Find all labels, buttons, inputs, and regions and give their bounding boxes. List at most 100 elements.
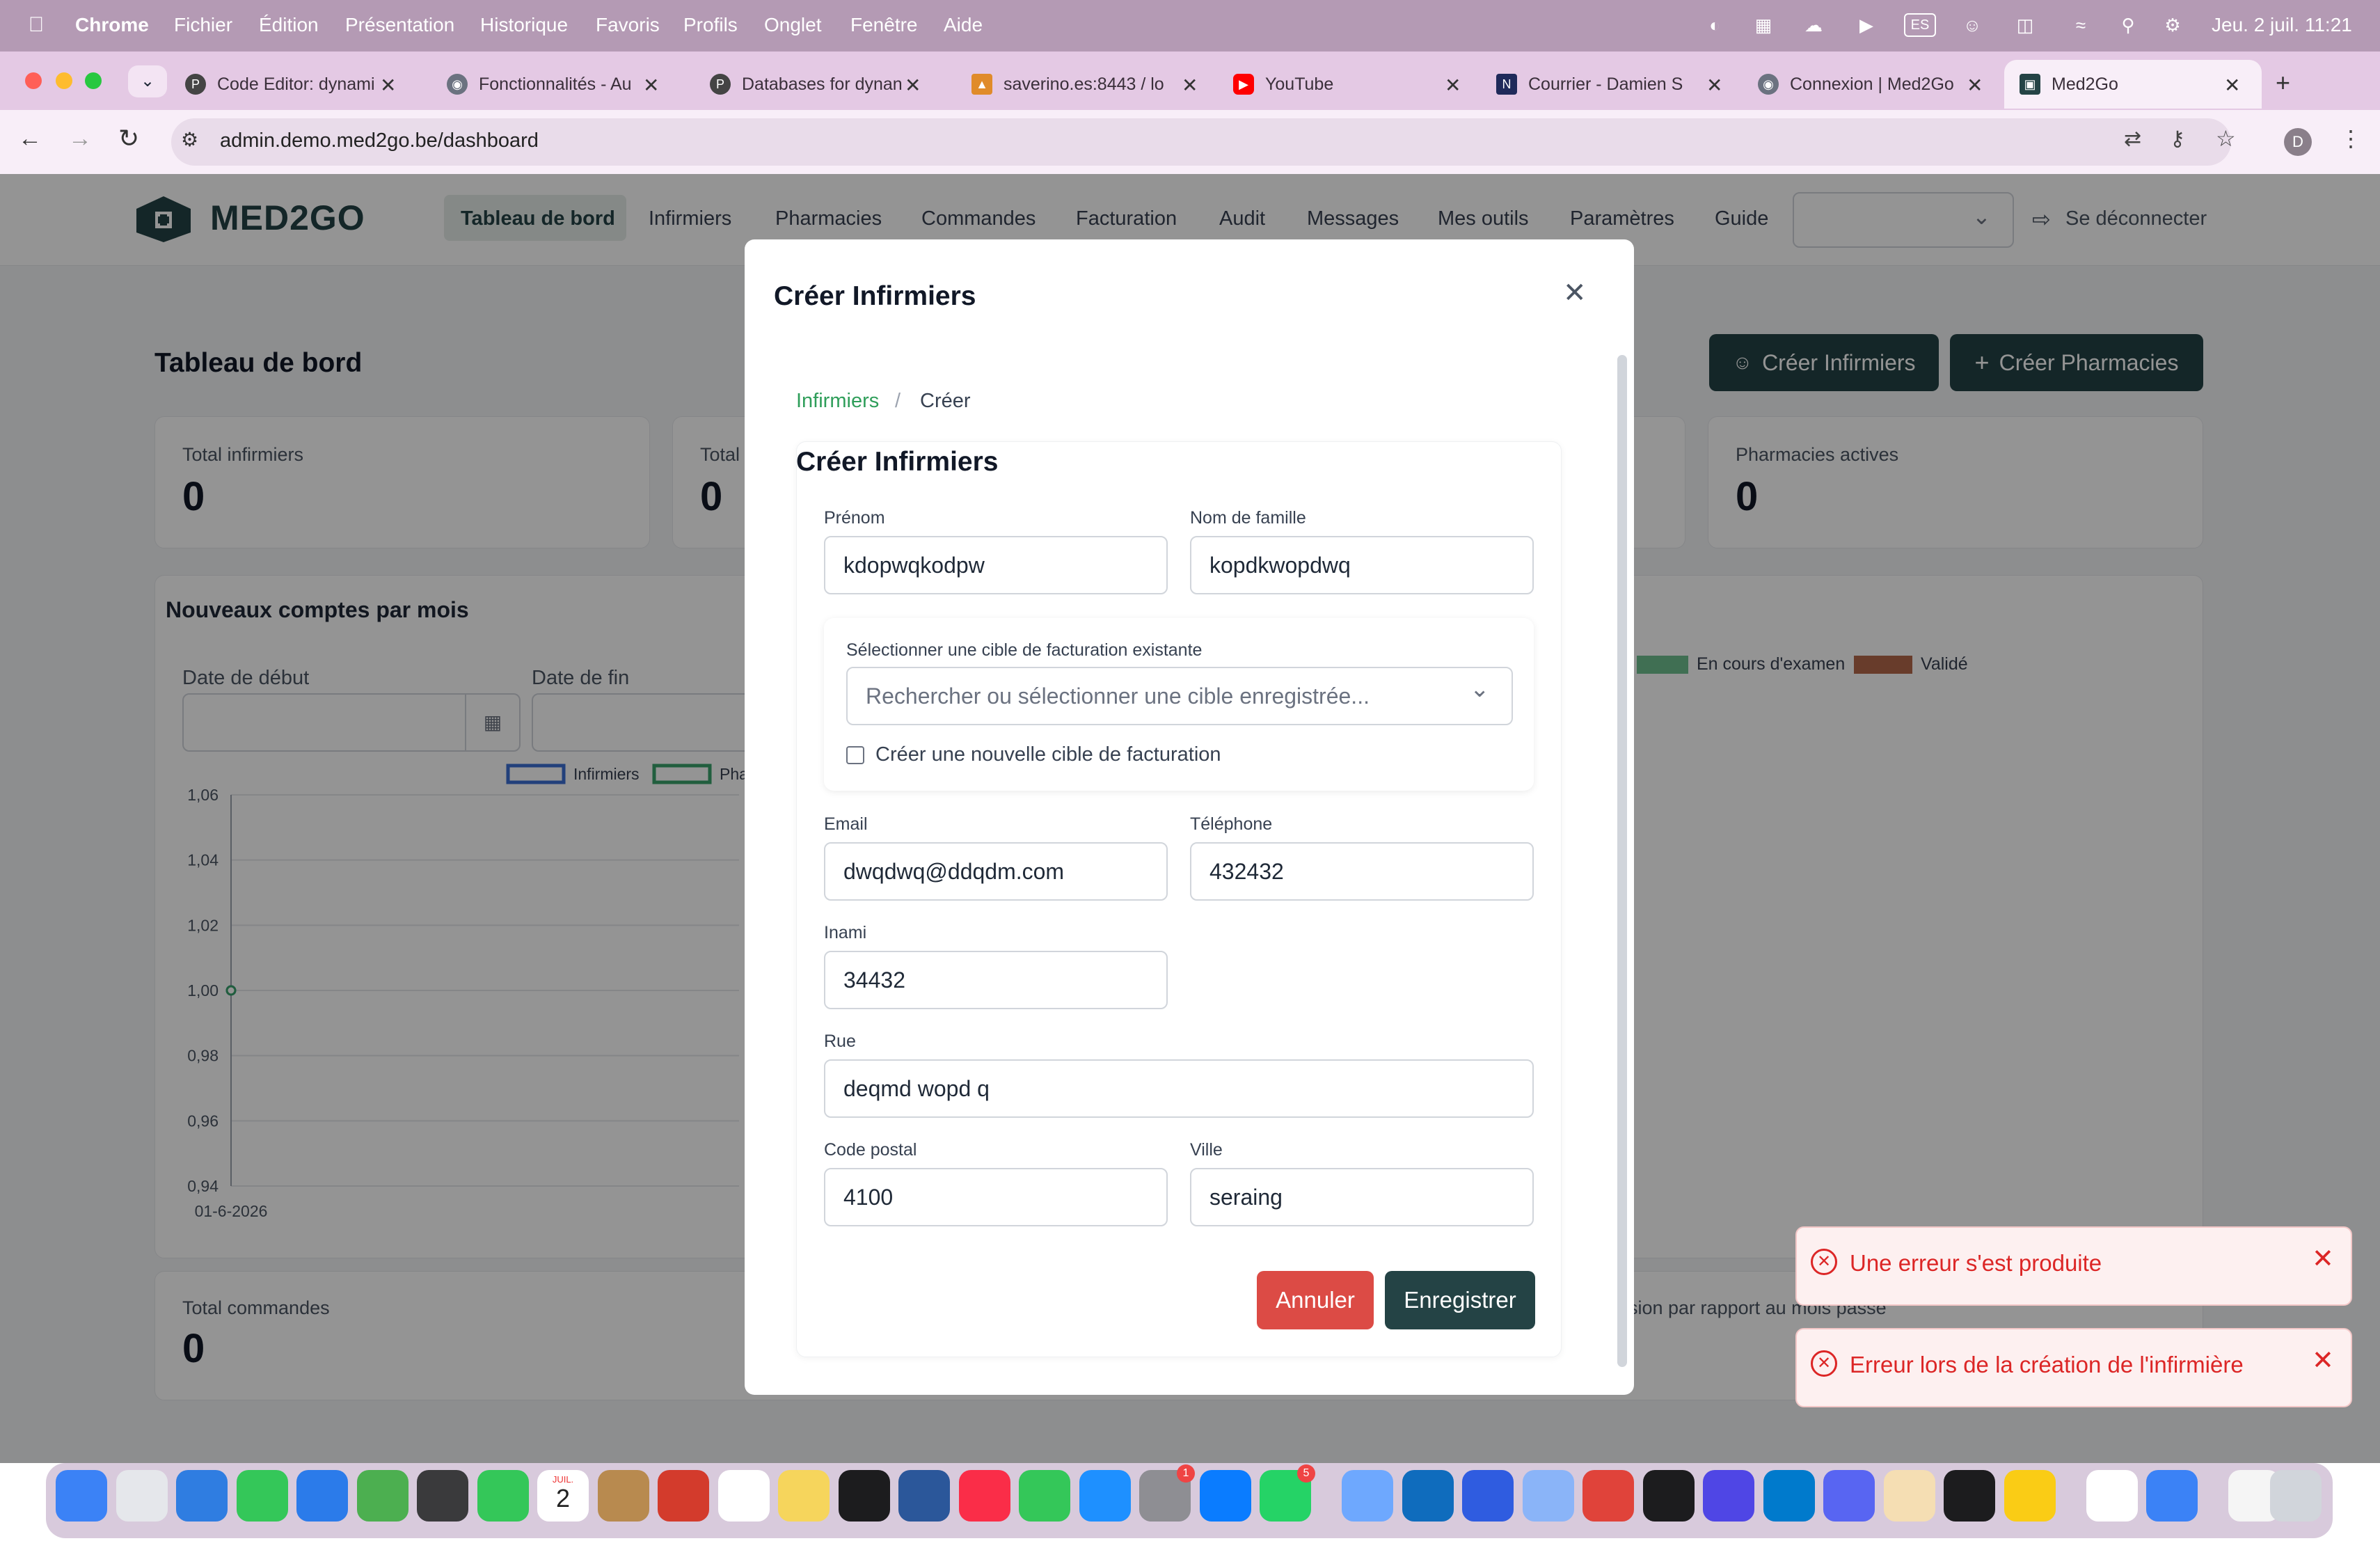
translate-icon[interactable]: ⇄: [2124, 127, 2141, 151]
window-zoom-button[interactable]: [85, 72, 102, 89]
tab-courrier[interactable]: N Courrier - Damien S: [1481, 60, 1743, 109]
outlook-icon[interactable]: [1402, 1470, 1454, 1522]
tab-phpmyadmin[interactable]: ▲ saverino.es:8443 / lo: [956, 60, 1218, 109]
system-settings-icon[interactable]: 1: [1139, 1464, 1195, 1522]
lastname-input[interactable]: kopdkwopdwq: [1190, 536, 1534, 594]
status-arc-icon[interactable]: ◐: [1702, 13, 1727, 38]
input-source-indicator[interactable]: ES: [1904, 13, 1936, 37]
apple-icon[interactable]: : [24, 13, 49, 38]
contacts-icon[interactable]: [597, 1470, 649, 1522]
tab-search-chevron-icon[interactable]: ⌄: [128, 65, 167, 97]
profile-avatar[interactable]: D: [2284, 128, 2312, 156]
email-input[interactable]: dwqdwq@ddqdm.com: [824, 842, 1168, 901]
arc-icon[interactable]: [2146, 1470, 2198, 1522]
toast-close-icon[interactable]: ✕: [2312, 1345, 2334, 1376]
paint-icon[interactable]: [1883, 1470, 1935, 1522]
menu-onglet[interactable]: Onglet: [764, 14, 822, 36]
window-close-button[interactable]: [25, 72, 42, 89]
spotlight-search-icon[interactable]: ⚲: [2116, 13, 2141, 38]
reminders-icon[interactable]: [717, 1470, 770, 1522]
messenger-icon[interactable]: [1199, 1470, 1251, 1522]
app-store-icon[interactable]: [1079, 1470, 1131, 1522]
marker-icon[interactable]: [2004, 1470, 2056, 1522]
reload-icon[interactable]: ↻: [118, 124, 139, 153]
calendar-icon[interactable]: JUIL. 2: [537, 1470, 589, 1522]
wps-icon[interactable]: [1582, 1470, 1634, 1522]
tab-close-icon[interactable]: ✕: [1445, 74, 1461, 97]
wifi-icon[interactable]: ≈: [2068, 13, 2093, 38]
safari-icon[interactable]: [176, 1470, 228, 1522]
music-icon[interactable]: [958, 1470, 1010, 1522]
preview-icon[interactable]: [1342, 1470, 1393, 1522]
menu-aide[interactable]: Aide: [944, 14, 983, 36]
tab-close-icon[interactable]: ✕: [1182, 74, 1198, 97]
billing-select[interactable]: Rechercher ou sélectionner une cible enr…: [846, 667, 1513, 725]
control-center-icon[interactable]: ⚙: [2160, 13, 2185, 38]
numbers-icon[interactable]: [1019, 1470, 1070, 1522]
new-tab-plus-icon[interactable]: +: [2276, 68, 2290, 97]
toast-close-icon[interactable]: ✕: [2312, 1243, 2334, 1274]
word-icon[interactable]: [898, 1470, 950, 1522]
trash-icon[interactable]: [2270, 1470, 2322, 1522]
calculator-icon[interactable]: [417, 1470, 468, 1522]
tab-med2go-active[interactable]: ▣ Med2Go: [2004, 60, 2262, 109]
menu-historique[interactable]: Historique: [480, 14, 568, 36]
chrome-icon[interactable]: [2086, 1470, 2138, 1522]
discord-icon[interactable]: [1823, 1470, 1875, 1522]
maps-icon[interactable]: [356, 1470, 408, 1522]
mail-icon[interactable]: [296, 1470, 348, 1522]
photo-booth-icon[interactable]: [658, 1470, 709, 1522]
finder-icon[interactable]: [56, 1470, 107, 1522]
postal-code-input[interactable]: 4100: [824, 1168, 1168, 1226]
password-key-icon[interactable]: ⚷: [2170, 127, 2185, 151]
activity-monitor-icon[interactable]: [1944, 1470, 1995, 1522]
back-arrow-icon[interactable]: ←: [18, 125, 42, 152]
tab-connexion-med2go[interactable]: ◉ Connexion | Med2Go: [1743, 60, 2004, 109]
tab-close-icon[interactable]: ✕: [1706, 74, 1722, 97]
cancel-button[interactable]: Annuler: [1257, 1271, 1374, 1329]
menu-edition[interactable]: Édition: [259, 14, 319, 36]
tab-close-icon[interactable]: ✕: [1967, 74, 1983, 97]
cloud-icon[interactable]: ☁: [1801, 13, 1826, 38]
modal-close-icon[interactable]: ✕: [1563, 277, 1587, 309]
bookmark-star-icon[interactable]: ☆: [2216, 125, 2236, 152]
menu-presentation[interactable]: Présentation: [345, 14, 454, 36]
window-minimize-button[interactable]: [56, 72, 72, 89]
whatsapp-icon[interactable]: 5: [1260, 1464, 1315, 1522]
tab-close-icon[interactable]: ✕: [905, 74, 921, 97]
facetime-icon[interactable]: [477, 1470, 529, 1522]
tab-close-icon[interactable]: ✕: [380, 74, 396, 97]
menu-fenetre[interactable]: Fenêtre: [850, 14, 918, 36]
menu-app-name[interactable]: Chrome: [75, 14, 149, 36]
battery-icon[interactable]: ◫: [2013, 13, 2038, 38]
xcode-icon[interactable]: [1522, 1470, 1574, 1522]
tab-close-icon[interactable]: ✕: [2224, 74, 2240, 97]
phone-input[interactable]: 432432: [1190, 842, 1534, 901]
modal-scrollbar[interactable]: [1617, 355, 1627, 1367]
menubar-clock[interactable]: Jeu. 2 juil. 11:21: [2212, 14, 2352, 36]
user-circle-icon[interactable]: ☺: [1960, 13, 1985, 38]
url-text[interactable]: admin.demo.med2go.be/dashboard: [220, 129, 539, 152]
new-billing-label[interactable]: Créer une nouvelle cible de facturation: [875, 743, 1221, 766]
menu-fichier[interactable]: Fichier: [174, 14, 232, 36]
more-menu-icon[interactable]: ⋮: [2340, 125, 2362, 152]
notion-icon[interactable]: [1462, 1470, 1514, 1522]
menu-profils[interactable]: Profils: [683, 14, 738, 36]
notes-icon[interactable]: [778, 1470, 830, 1522]
messages-icon[interactable]: [236, 1470, 288, 1522]
firstname-input[interactable]: kdopwqkodpw: [824, 536, 1168, 594]
menu-favoris[interactable]: Favoris: [596, 14, 660, 36]
tab-close-icon[interactable]: ✕: [643, 74, 659, 97]
apple-tv-icon[interactable]: [838, 1470, 890, 1522]
site-info-icon[interactable]: ⚙: [181, 128, 198, 151]
street-input[interactable]: deqmd wopd q: [824, 1059, 1534, 1118]
breadcrumb-link-infirmiers[interactable]: Infirmiers: [796, 390, 879, 413]
launchpad-icon[interactable]: [116, 1470, 168, 1522]
city-input[interactable]: seraing: [1190, 1168, 1534, 1226]
play-icon[interactable]: ▶: [1854, 13, 1879, 38]
vscode-icon[interactable]: [1763, 1470, 1815, 1522]
save-button[interactable]: Enregistrer: [1385, 1271, 1535, 1329]
status-w-icon[interactable]: ▦: [1751, 13, 1776, 38]
inami-input[interactable]: 34432: [824, 951, 1168, 1009]
terminal-icon[interactable]: [1642, 1470, 1695, 1522]
